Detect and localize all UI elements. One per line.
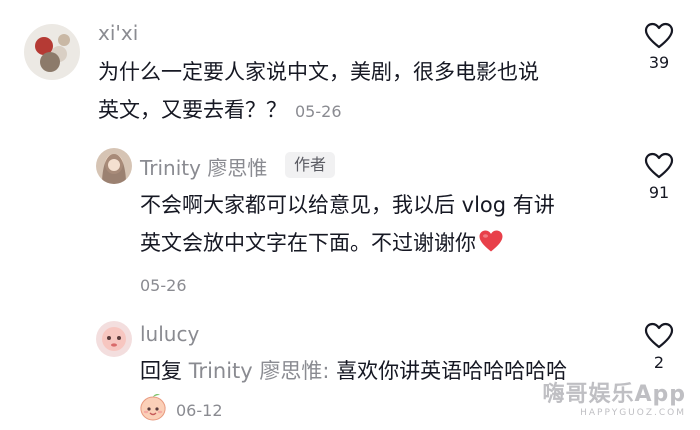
avatar[interactable] <box>24 24 80 80</box>
username[interactable]: Trinity 廖思惟 <box>140 152 267 181</box>
comment-date: 05-26 <box>140 276 187 295</box>
red-heart-emoji <box>478 227 504 265</box>
like-count: 2 <box>653 353 665 372</box>
username[interactable]: lulucy <box>140 322 199 346</box>
watermark-main: 嗨哥娱乐App <box>542 382 686 407</box>
heart-outline-icon <box>644 152 674 179</box>
comment-text-line: 英文会放中文字在下面。不过谢谢你 <box>140 224 620 265</box>
like-button[interactable]: 2 <box>637 322 681 372</box>
peach-face-sticker <box>138 393 168 425</box>
avatar[interactable] <box>96 321 132 357</box>
comment-text-tail: 英文，又要去看？？ <box>98 98 287 122</box>
comment-text-line: 英文，又要去看？？ 05-26 <box>98 91 618 131</box>
avatar[interactable] <box>96 148 132 184</box>
comment-text-body: 喜欢你讲英语哈哈哈哈哈 <box>336 359 568 383</box>
reply-target-username[interactable]: Trinity 廖思惟: <box>189 359 330 383</box>
comment-text-tail: 英文会放中文字在下面。不过谢谢你 <box>140 231 476 255</box>
comment-date: 05-26 <box>295 102 342 121</box>
comment-text: 为什么一定要人家说中文，美剧，很多电影也说 英文，又要去看？？ 05-26 <box>98 53 618 131</box>
like-count: 39 <box>648 53 670 72</box>
author-badge: 作者 <box>285 152 336 178</box>
username[interactable]: xi'xi <box>98 21 138 45</box>
watermark-sub: HAPPYGUOZ.COM <box>580 408 686 418</box>
comment-date: 06-12 <box>176 401 223 420</box>
comment-text: 不会啊大家都可以给意见，我以后 vlog 有讲 英文会放中文字在下面。不过谢谢你 <box>140 186 620 265</box>
like-button[interactable]: 39 <box>637 22 681 72</box>
like-count: 91 <box>648 183 670 202</box>
heart-outline-icon <box>644 22 674 49</box>
like-button[interactable]: 91 <box>637 152 681 202</box>
comment-text-line: 不会啊大家都可以给意见，我以后 vlog 有讲 <box>140 193 555 217</box>
reply-prefix: 回复 <box>140 359 182 383</box>
watermark: 嗨哥娱乐App HAPPYGUOZ.COM <box>542 376 686 418</box>
comment-text-line: 为什么一定要人家说中文，美剧，很多电影也说 <box>98 60 539 84</box>
heart-outline-icon <box>644 322 674 349</box>
